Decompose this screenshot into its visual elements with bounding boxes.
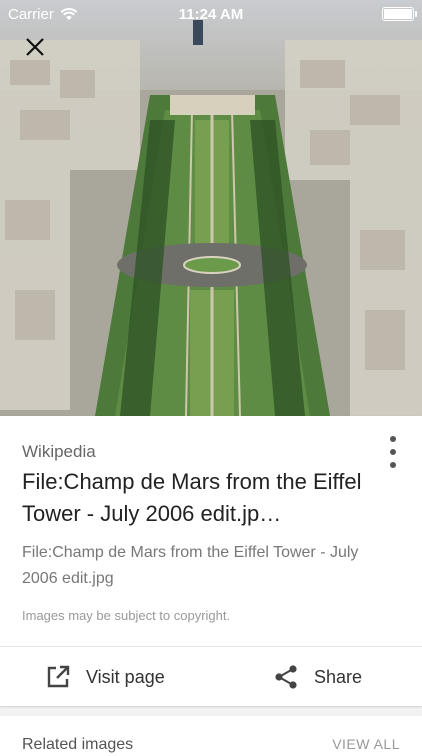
more-dot-icon: [390, 449, 396, 455]
image-preview[interactable]: [0, 0, 422, 416]
close-button[interactable]: [18, 30, 52, 64]
image-subtitle: File:Champ de Mars from the Eiffel Tower…: [22, 544, 359, 587]
visit-page-label: Visit page: [86, 666, 165, 687]
related-images-label: Related images: [22, 736, 134, 753]
status-bar: Carrier 11:24 AM: [0, 0, 422, 28]
related-images-section: Related images VIEW ALL: [0, 716, 422, 756]
aerial-photo: [0, 0, 422, 416]
share-button[interactable]: Share: [272, 656, 362, 698]
more-dot-icon: [390, 436, 396, 442]
copyright-notice: Images may be subject to copyright.: [22, 608, 231, 623]
share-icon: [275, 665, 297, 689]
battery-icon: [382, 7, 417, 21]
open-external-icon: [47, 665, 70, 688]
visit-page-button[interactable]: Visit page: [44, 656, 165, 698]
more-options-button[interactable]: [386, 436, 400, 468]
status-time: 11:24 AM: [178, 5, 244, 23]
share-label: Share: [314, 666, 363, 687]
divider: [0, 646, 422, 647]
info-card: Wikipedia File:Champ de Mars from the Ei…: [0, 416, 422, 706]
image-title[interactable]: File:Champ de Mars from the Eiffel Tower…: [22, 466, 392, 530]
close-icon: [26, 38, 44, 56]
source-label: Wikipedia: [22, 442, 96, 461]
